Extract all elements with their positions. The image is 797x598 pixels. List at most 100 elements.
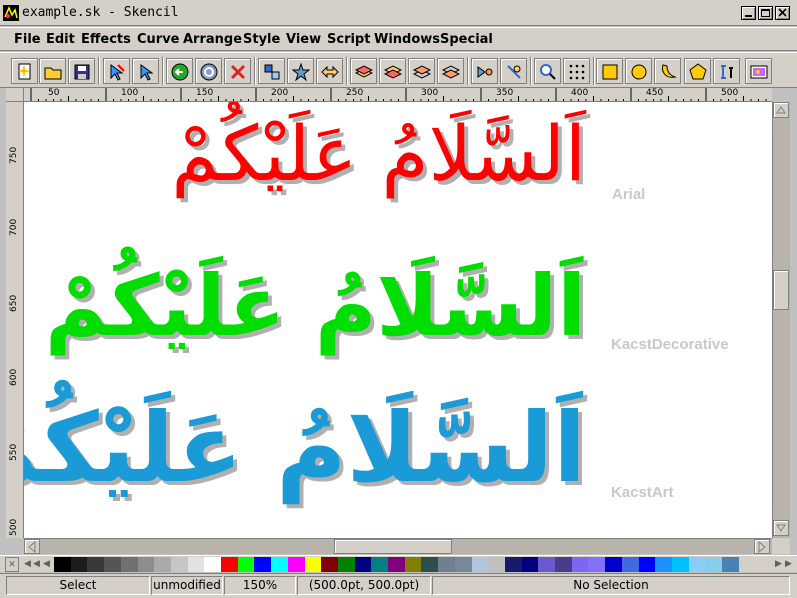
palette-last-icon[interactable]: ▶ xyxy=(783,557,794,572)
color-swatch[interactable] xyxy=(471,557,489,572)
color-swatch[interactable] xyxy=(221,557,238,572)
palette-back-icon[interactable]: ◀ xyxy=(41,557,52,572)
color-swatch[interactable] xyxy=(438,557,456,572)
polygon-tool-button[interactable] xyxy=(684,58,711,84)
menu-effects[interactable]: Effects xyxy=(81,32,131,47)
color-swatch[interactable] xyxy=(337,557,355,572)
edit-tool-button[interactable] xyxy=(103,58,130,84)
color-swatch[interactable] xyxy=(404,557,422,572)
select-tool-button[interactable] xyxy=(132,58,159,84)
color-swatch[interactable] xyxy=(688,557,706,572)
horizontal-scroll-thumb[interactable] xyxy=(334,539,452,554)
new-document-button[interactable] xyxy=(11,58,38,84)
image-tool-button[interactable] xyxy=(745,58,772,84)
color-swatch[interactable] xyxy=(154,557,172,572)
close-button[interactable] xyxy=(775,6,790,20)
color-swatch[interactable] xyxy=(655,557,673,572)
menu-file[interactable]: File xyxy=(14,32,41,47)
horizontal-scrollbar[interactable] xyxy=(24,538,772,554)
color-swatch[interactable] xyxy=(271,557,289,572)
color-swatch[interactable] xyxy=(70,557,88,572)
arabic-text-kacstdecorative[interactable]: اَلسَّلَامُ عَلَيْكُمْ اَلسَّلَامُ عَلَي… xyxy=(45,264,590,352)
font-label-kacstart[interactable]: KacstArt xyxy=(611,484,674,501)
color-swatch[interactable] xyxy=(204,557,222,572)
vertical-scrollbar[interactable] xyxy=(772,102,790,538)
undo-button[interactable] xyxy=(166,58,193,84)
group-button[interactable] xyxy=(258,58,285,84)
menu-script[interactable]: Script xyxy=(327,32,370,47)
delete-button[interactable] xyxy=(224,58,251,84)
drawing-canvas[interactable]: اَلسَّلَامُ عَلَيْكُمْ اَلسَّلَامُ عَلَي… xyxy=(24,102,772,538)
color-swatch[interactable] xyxy=(421,557,439,572)
raise-button[interactable] xyxy=(350,58,377,84)
to-bottom-button[interactable] xyxy=(437,58,464,84)
arabic-text-arial[interactable]: اَلسَّلَامُ عَلَيْكُمْ اَلسَّلَامُ عَلَي… xyxy=(171,116,590,196)
color-swatch[interactable] xyxy=(571,557,589,572)
scroll-down-button[interactable] xyxy=(773,520,789,536)
rectangle-tool-button[interactable] xyxy=(596,58,623,84)
color-swatch[interactable] xyxy=(170,557,188,572)
color-swatch[interactable] xyxy=(287,557,305,572)
color-swatch[interactable] xyxy=(705,557,723,572)
color-swatch[interactable] xyxy=(388,557,405,572)
color-swatch[interactable] xyxy=(120,557,138,572)
color-swatch[interactable] xyxy=(521,557,539,572)
blend-button[interactable] xyxy=(471,58,498,84)
text-tool-button[interactable] xyxy=(713,58,740,84)
color-swatch[interactable] xyxy=(605,557,623,572)
save-button[interactable] xyxy=(68,58,95,84)
color-swatch[interactable] xyxy=(638,557,656,572)
snap-button[interactable] xyxy=(500,58,527,84)
color-swatch[interactable] xyxy=(588,557,606,572)
font-label-arial[interactable]: Arial xyxy=(612,186,645,203)
palette-close-icon[interactable]: ✕ xyxy=(5,557,19,572)
maximize-button[interactable] xyxy=(758,6,773,20)
combine-button[interactable] xyxy=(316,58,343,84)
menu-view[interactable]: View xyxy=(286,32,321,47)
color-swatch[interactable] xyxy=(87,557,105,572)
color-swatch[interactable] xyxy=(538,557,556,572)
color-swatch[interactable] xyxy=(621,557,639,572)
color-swatch[interactable] xyxy=(671,557,689,572)
vertical-scroll-thumb[interactable] xyxy=(773,270,789,310)
color-swatch[interactable] xyxy=(321,557,339,572)
color-swatch[interactable] xyxy=(488,557,506,572)
color-swatch[interactable] xyxy=(254,557,272,572)
arrow-down-icon xyxy=(776,524,786,532)
font-label-kacstdecorative[interactable]: KacstDecorative xyxy=(611,336,729,353)
color-swatch[interactable] xyxy=(371,557,389,572)
color-swatch[interactable] xyxy=(504,557,522,572)
color-swatch[interactable] xyxy=(304,557,322,572)
menu-curve[interactable]: Curve xyxy=(137,32,180,47)
ruler-label: 750 xyxy=(9,146,19,164)
color-swatch[interactable] xyxy=(237,557,255,572)
menu-windows[interactable]: Windows xyxy=(374,32,440,47)
to-top-button[interactable] xyxy=(408,58,435,84)
lower-button[interactable] xyxy=(379,58,406,84)
menu-arrange[interactable]: Arrange xyxy=(183,32,242,47)
color-swatch[interactable] xyxy=(454,557,472,572)
color-swatch[interactable] xyxy=(555,557,572,572)
menu-style[interactable]: Style xyxy=(243,32,280,47)
grid-button[interactable] xyxy=(563,58,590,84)
menu-special[interactable]: Special xyxy=(440,32,493,47)
ungroup-button[interactable] xyxy=(287,58,314,84)
zoom-button[interactable] xyxy=(534,58,561,84)
color-swatch[interactable] xyxy=(104,557,122,572)
color-swatch[interactable] xyxy=(722,557,739,572)
app-icon xyxy=(3,5,19,21)
redo-button[interactable] xyxy=(195,58,222,84)
scroll-up-button[interactable] xyxy=(773,102,789,118)
minimize-button[interactable] xyxy=(741,6,756,20)
color-swatch[interactable] xyxy=(137,557,155,572)
scroll-left-button[interactable] xyxy=(24,539,40,554)
curve-tool-button[interactable] xyxy=(654,58,681,84)
scroll-right-button[interactable] xyxy=(754,539,770,554)
ellipse-tool-button[interactable] xyxy=(625,58,652,84)
color-swatch[interactable] xyxy=(354,557,372,572)
menu-edit[interactable]: Edit xyxy=(46,32,75,47)
color-swatch[interactable] xyxy=(187,557,205,572)
open-button[interactable] xyxy=(39,58,66,84)
arabic-text-kacstart[interactable]: اَلسَّلَامُ عَلَيْكُمْ اَلسَّلَامُ عَلَي… xyxy=(24,400,590,500)
color-swatch[interactable] xyxy=(54,557,71,572)
